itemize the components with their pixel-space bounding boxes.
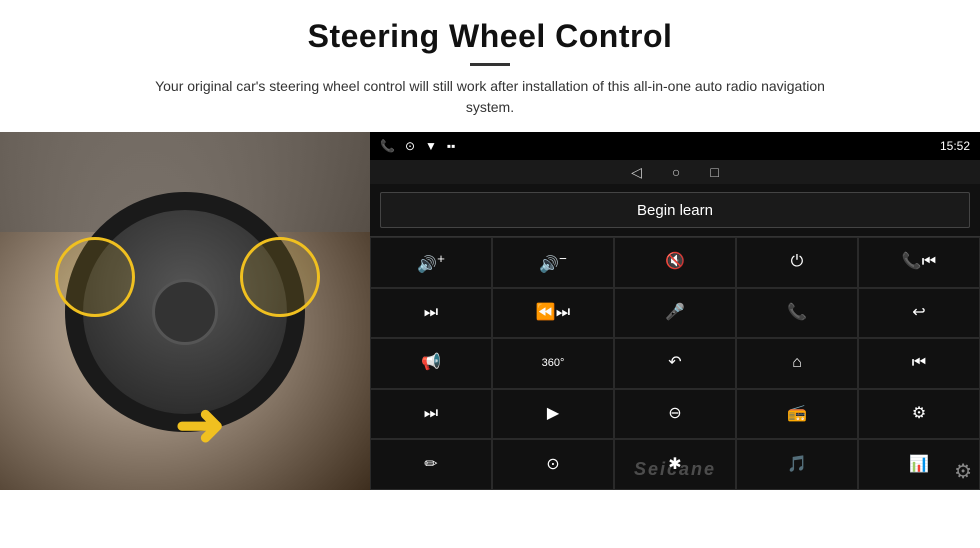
call-prev-icon: 📞⏮ <box>902 254 936 270</box>
home-button[interactable]: ○ <box>672 164 680 180</box>
fast-forward-icon: ⏭ <box>424 406 438 422</box>
eject-icon: ⊖ <box>668 406 681 422</box>
rewind-button[interactable]: ⏮ <box>858 338 980 389</box>
next-track-icon: ⏭ <box>424 305 438 321</box>
hang-up-icon: ↩ <box>912 305 925 321</box>
title-divider <box>470 63 510 66</box>
location-status-icon: ⊙ <box>405 139 415 153</box>
vol-down-button[interactable]: 🔊− <box>492 237 614 288</box>
settings-circle-icon: ⊙ <box>546 457 559 473</box>
call-button[interactable]: 📞 <box>736 288 858 339</box>
hang-up-button[interactable]: ↩ <box>858 288 980 339</box>
vol-up-icon: 🔊+ <box>417 252 445 273</box>
call-prev-button[interactable]: 📞⏮ <box>858 237 980 288</box>
phone-status-icon: 📞 <box>380 139 395 153</box>
rewind-icon: ⏮ <box>912 355 926 371</box>
status-bar: 📞 ⊙ ▼ ▪▪ 15:52 <box>370 132 980 160</box>
music-icon: 🎵 <box>787 457 807 473</box>
mic-button[interactable]: 🎤 <box>614 288 736 339</box>
seek-button[interactable]: ⏪⏭ <box>492 288 614 339</box>
nav-arrow-button[interactable]: ▶ <box>492 389 614 440</box>
home-nav-icon: ⌂ <box>792 355 802 371</box>
wifi-status-icon: ▼ <box>425 139 437 153</box>
edit-button[interactable]: ✏ <box>370 439 492 490</box>
subtitle: Your original car's steering wheel contr… <box>150 76 830 118</box>
yellow-circle-left <box>55 237 135 317</box>
yellow-circle-right <box>240 237 320 317</box>
music-button[interactable]: 🎵 <box>736 439 858 490</box>
home-nav-button[interactable]: ⌂ <box>736 338 858 389</box>
call-icon: 📞 <box>787 305 807 321</box>
yellow-arrow: ➜ <box>175 390 225 460</box>
equalizer-button[interactable]: ⚙ <box>858 389 980 440</box>
mute-button[interactable]: 🔇 <box>614 237 736 288</box>
back-nav-button[interactable]: ↶ <box>614 338 736 389</box>
steering-image: ➜ <box>0 132 370 490</box>
status-left: 📞 ⊙ ▼ ▪▪ <box>380 139 455 153</box>
next-track-button[interactable]: ⏭ <box>370 288 492 339</box>
gear-icon[interactable]: ⚙ <box>954 459 972 484</box>
vol-down-icon: 🔊− <box>539 252 567 273</box>
edit-icon: ✏ <box>424 457 437 473</box>
begin-learn-button[interactable]: Begin learn <box>380 192 970 228</box>
vol-up-button[interactable]: 🔊+ <box>370 237 492 288</box>
nav-buttons: ◁ ○ □ <box>370 160 980 184</box>
radio-icon: 📻 <box>787 406 807 422</box>
android-panel: 📞 ⊙ ▼ ▪▪ 15:52 ◁ ○ □ Begin learn <box>370 132 980 490</box>
status-right: 15:52 <box>940 139 970 153</box>
signal-status-icon: ▪▪ <box>447 139 456 153</box>
equalizer-icon: ⚙ <box>912 406 926 422</box>
nav-arrow-icon: ▶ <box>547 406 559 422</box>
mic-icon: 🎤 <box>665 305 685 321</box>
page-container: Steering Wheel Control Your original car… <box>0 0 980 548</box>
levels-icon: 📊 <box>909 457 929 473</box>
begin-learn-row: Begin learn <box>370 184 980 236</box>
settings-circle-button[interactable]: ⊙ <box>492 439 614 490</box>
back-button[interactable]: ◁ <box>631 164 642 181</box>
header-section: Steering Wheel Control Your original car… <box>0 0 980 126</box>
eject-button[interactable]: ⊖ <box>614 389 736 440</box>
controls-wrapper: 🔊+ 🔊− 🔇 ⏻ 📞⏮ ⏭ <box>370 236 980 490</box>
camera-360-button[interactable]: 360° <box>492 338 614 389</box>
camera-360-icon: 360° <box>542 358 565 369</box>
speaker-button[interactable]: 📢 <box>370 338 492 389</box>
mute-icon: 🔇 <box>665 254 685 270</box>
content-area: ➜ 📞 ⊙ ▼ ▪▪ 15:52 ◁ ○ □ <box>0 132 980 548</box>
radio-button[interactable]: 📻 <box>736 389 858 440</box>
back-nav-icon: ↶ <box>668 355 681 371</box>
speaker-icon: 📢 <box>421 355 441 371</box>
page-title: Steering Wheel Control <box>60 18 920 55</box>
seek-icon: ⏪⏭ <box>536 305 570 321</box>
watermark: Seicane <box>634 459 716 480</box>
power-button[interactable]: ⏻ <box>736 237 858 288</box>
power-icon: ⏻ <box>791 254 804 270</box>
fast-forward-button[interactable]: ⏭ <box>370 389 492 440</box>
controls-grid: 🔊+ 🔊− 🔇 ⏻ 📞⏮ ⏭ <box>370 236 980 490</box>
recents-button[interactable]: □ <box>710 164 718 180</box>
status-time: 15:52 <box>940 139 970 153</box>
